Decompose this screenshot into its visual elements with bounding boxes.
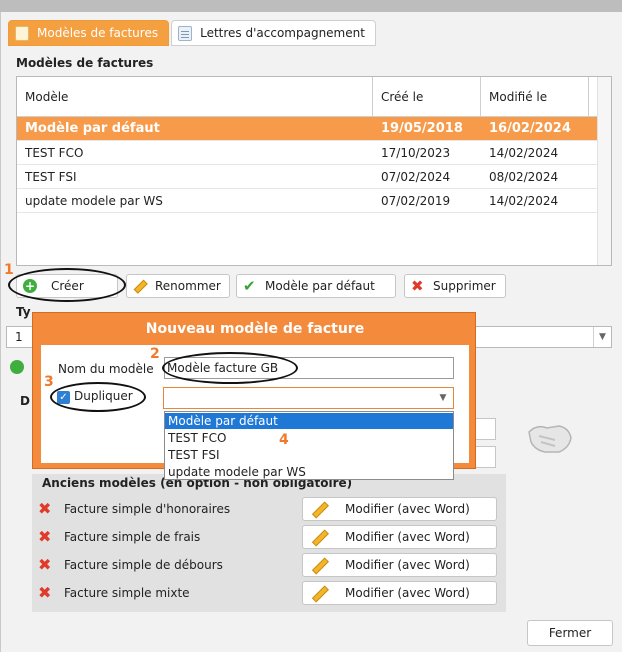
- table-row[interactable]: update modele par WS 07/02/2019 14/02/20…: [17, 189, 597, 213]
- cell-created: 19/05/2018: [381, 121, 463, 136]
- modify-word-button[interactable]: Modifier (avec Word): [302, 581, 497, 605]
- table-row[interactable]: Modèle par défaut 19/05/2018 16/02/2024: [17, 117, 597, 141]
- delete-x-icon: ✖: [38, 499, 52, 518]
- modify-word-label: Modifier (avec Word): [345, 530, 470, 544]
- pencil-icon: [308, 527, 329, 548]
- tab-modeles-factures[interactable]: Modèles de factures: [8, 20, 170, 46]
- cell-modified: 14/02/2024: [489, 194, 559, 208]
- table-row[interactable]: TEST FSI 07/02/2024 08/02/2024: [17, 165, 597, 189]
- column-header-created[interactable]: Créé le: [373, 77, 481, 117]
- cell-created: 07/02/2024: [381, 170, 451, 184]
- top-bar: [0, 0, 622, 12]
- create-label: Créer: [51, 279, 84, 293]
- duplicate-dropdown-list: Modèle par défaut TEST FCO TEST FSI upda…: [164, 411, 454, 480]
- name-label: Nom du modèle: [58, 362, 154, 376]
- delete-x-icon: ✖: [38, 527, 52, 546]
- plus-icon: +: [23, 279, 37, 293]
- check-icon: ✔: [243, 277, 256, 295]
- create-button[interactable]: + Créer: [16, 274, 118, 298]
- type-combo-value: 1: [15, 330, 23, 344]
- cell-modified: 08/02/2024: [489, 170, 559, 184]
- default-model-button[interactable]: ✔ Modèle par défaut: [236, 274, 396, 298]
- grid-scrollbar[interactable]: [597, 77, 611, 265]
- tab-lettres-accompagnement[interactable]: Lettres d'accompagnement: [171, 20, 376, 46]
- cell-model: update modele par WS: [25, 194, 163, 208]
- cell-modified: 14/02/2024: [489, 146, 559, 160]
- close-button[interactable]: Fermer: [527, 620, 613, 646]
- pencil-icon: [308, 499, 329, 520]
- type-label: Ty: [16, 305, 31, 319]
- anciens-item: Facture simple d'honoraires: [64, 502, 231, 516]
- column-header-modified[interactable]: Modifié le: [481, 77, 589, 117]
- modify-word-label: Modifier (avec Word): [345, 586, 470, 600]
- delete-x-icon: ✖: [38, 555, 52, 574]
- plus-icon[interactable]: [10, 360, 24, 374]
- default-model-label: Modèle par défaut: [265, 279, 375, 293]
- modify-word-label: Modifier (avec Word): [345, 502, 470, 516]
- modify-word-button[interactable]: Modifier (avec Word): [302, 553, 497, 577]
- duplicate-source-select[interactable]: ▼: [163, 387, 454, 409]
- cell-model: TEST FCO: [25, 146, 84, 160]
- document-icon: [15, 25, 29, 41]
- dialog-title: Nouveau modèle de facture: [145, 321, 365, 337]
- cell-model: TEST FSI: [25, 170, 77, 184]
- dropdown-option[interactable]: Modèle par défaut: [165, 413, 453, 429]
- handshake-icon: [528, 425, 572, 453]
- pencil-icon: [308, 583, 329, 604]
- anciens-item: Facture simple mixte: [64, 586, 190, 600]
- cell-created: 07/02/2019: [381, 194, 451, 208]
- pencil-icon: [308, 555, 329, 576]
- cell-model: Modèle par défaut: [25, 121, 160, 136]
- delete-x-icon: ✖: [411, 277, 424, 295]
- chevron-down-icon[interactable]: ▼: [435, 390, 451, 406]
- delete-x-icon: ✖: [38, 583, 52, 602]
- delete-label: Supprimer: [433, 279, 496, 293]
- annotation-number: 3: [44, 374, 54, 390]
- cell-created: 17/10/2023: [381, 146, 451, 160]
- dropdown-option[interactable]: TEST FCO: [165, 430, 453, 446]
- annotation-number: 1: [4, 262, 14, 278]
- grid-header: Modèle Créé le Modifié le: [17, 77, 597, 117]
- dropdown-option[interactable]: update modele par WS: [165, 464, 453, 480]
- models-grid: Modèle Créé le Modifié le Modèle par déf…: [16, 76, 612, 266]
- tab-label: Modèles de factures: [37, 26, 159, 40]
- modify-word-label: Modifier (avec Word): [345, 558, 470, 572]
- modify-word-button[interactable]: Modifier (avec Word): [302, 497, 497, 521]
- model-name-input[interactable]: Modèle facture GB: [164, 357, 454, 379]
- letter-icon: [178, 25, 193, 41]
- anciens-item: Facture simple de débours: [64, 558, 223, 572]
- section-title: Modèles de factures: [16, 56, 154, 70]
- anciens-item: Facture simple de frais: [64, 530, 201, 544]
- annotation-number: 2: [150, 346, 160, 362]
- tab-bar: Modèles de factures Lettres d'accompagne…: [8, 20, 376, 46]
- table-row[interactable]: TEST FCO 17/10/2023 14/02/2024: [17, 141, 597, 165]
- column-header-model[interactable]: Modèle: [17, 77, 373, 117]
- duplicate-label: Dupliquer: [74, 389, 133, 403]
- cell-modified: 16/02/2024: [489, 121, 571, 136]
- delete-button[interactable]: ✖ Supprimer: [404, 274, 506, 298]
- duplicate-checkbox[interactable]: ✓: [57, 391, 70, 404]
- dropdown-option[interactable]: TEST FSI: [165, 447, 453, 463]
- annotation-number: 4: [279, 432, 289, 448]
- tab-label: Lettres d'accompagnement: [200, 26, 365, 40]
- rename-label: Renommer: [155, 279, 221, 293]
- pencil-icon: [130, 276, 150, 296]
- modify-word-button[interactable]: Modifier (avec Word): [302, 525, 497, 549]
- chevron-down-icon[interactable]: ▼: [593, 327, 611, 347]
- rename-button[interactable]: Renommer: [126, 274, 230, 298]
- d-label: D: [20, 394, 30, 408]
